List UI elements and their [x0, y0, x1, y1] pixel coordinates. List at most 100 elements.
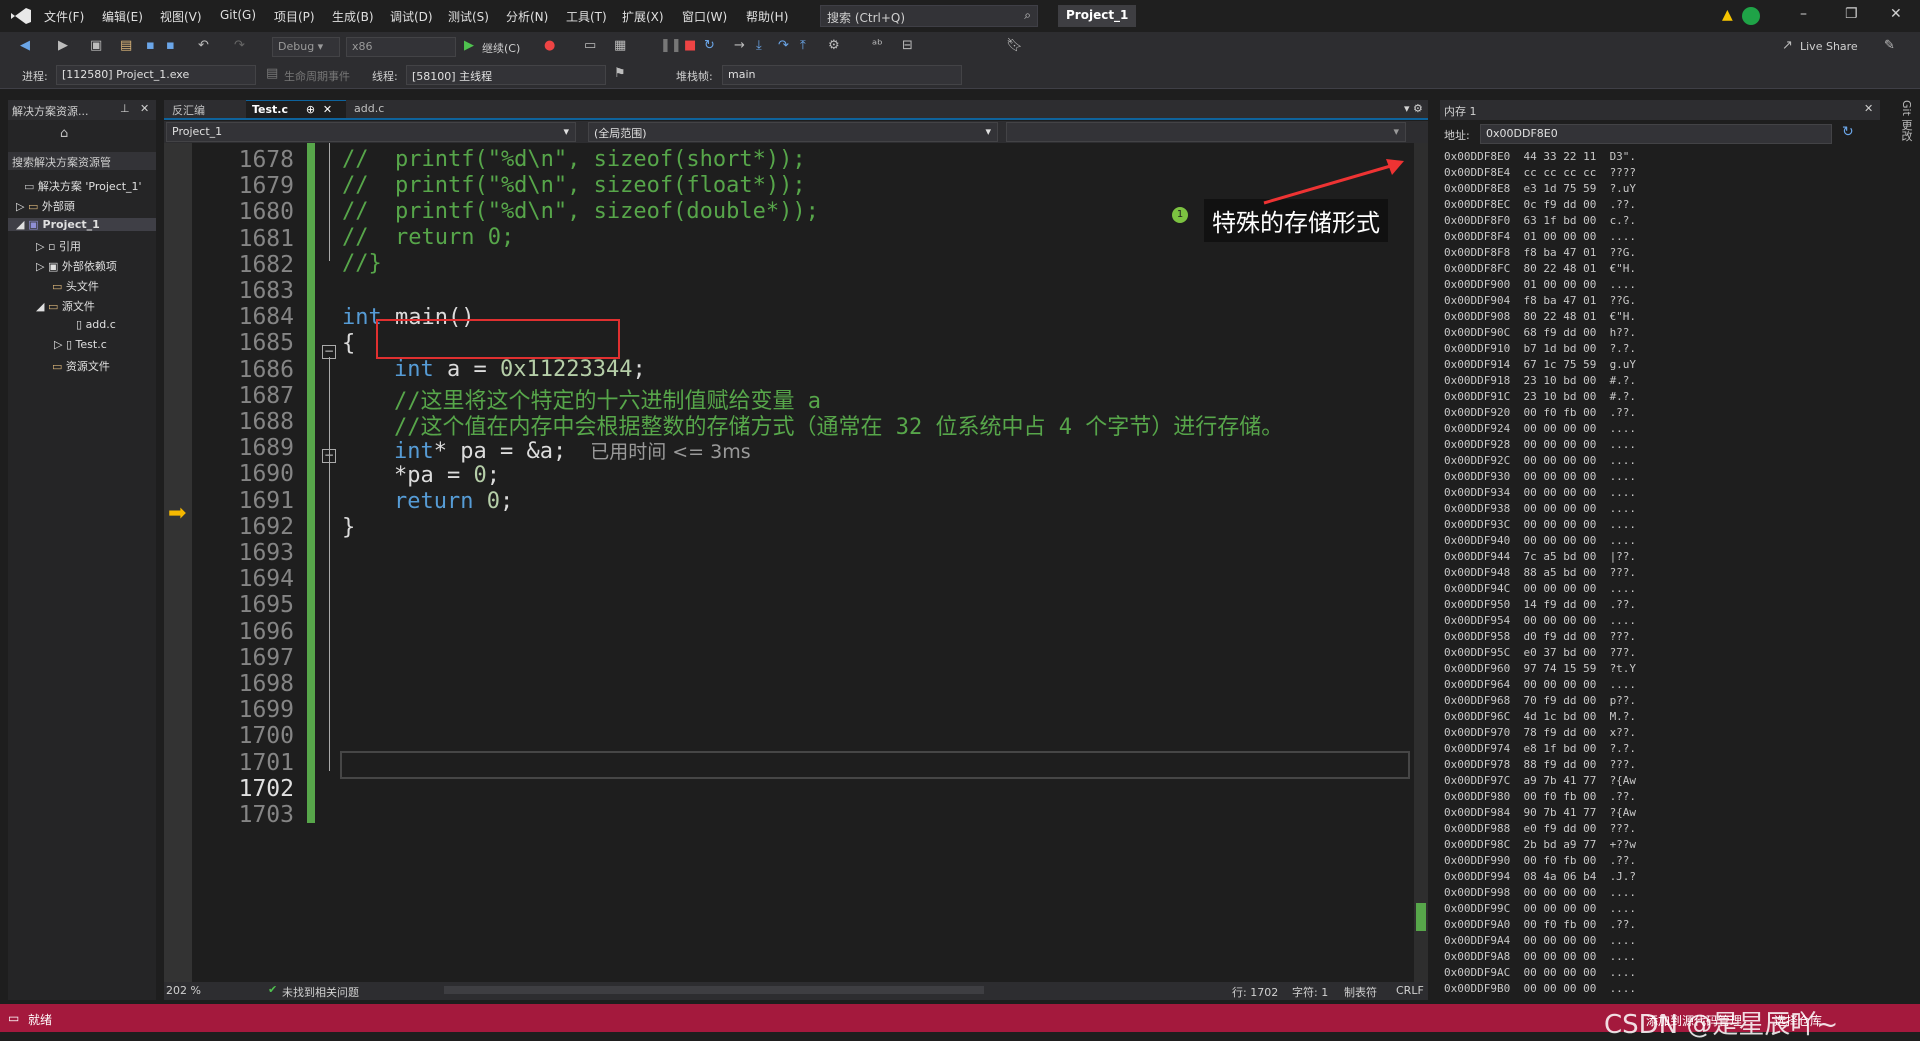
step-out-icon[interactable]: ⤒ — [800, 38, 806, 53]
undo-icon[interactable]: ↶ — [198, 38, 209, 53]
bookmark-icon[interactable]: 🔖︎ — [1006, 38, 1023, 53]
flag-icon[interactable]: ⚑ — [614, 66, 626, 81]
memory-row[interactable]: 0x00DDF978 88 f9 dd 00 ???. — [1444, 758, 1636, 771]
breakpoint-icon[interactable]: ⊟ — [902, 38, 913, 53]
layout-icon[interactable]: ▦ — [614, 38, 626, 53]
open-folder-icon[interactable]: ▤ — [120, 38, 132, 53]
memory-row[interactable]: 0x00DDF928 00 00 00 00 .... — [1444, 438, 1636, 451]
redo-icon[interactable]: ↷ — [234, 38, 245, 53]
refresh-icon[interactable]: ↻ — [1842, 124, 1854, 140]
tree-external-deps[interactable]: ▷ ▣ 外部依赖项 — [36, 258, 117, 274]
memory-row[interactable]: 0x00DDF8F0 63 1f bd 00 c.?. — [1444, 214, 1636, 227]
user-avatar[interactable] — [1742, 7, 1760, 25]
menu-item[interactable]: 调试(D) — [390, 8, 433, 25]
memory-row[interactable]: 0x00DDF998 00 00 00 00 .... — [1444, 886, 1636, 899]
tab-disassembly[interactable]: 反汇编 — [166, 100, 244, 118]
horizontal-scrollbar[interactable] — [444, 986, 984, 994]
menu-item[interactable]: 扩展(X) — [622, 8, 664, 25]
memory-close-icon[interactable]: ✕ — [1864, 102, 1873, 115]
new-file-icon[interactable]: ▣ — [90, 38, 102, 53]
minimize-button[interactable]: – — [1800, 6, 1807, 22]
memory-row[interactable]: 0x00DDF970 78 f9 dd 00 x??. — [1444, 726, 1636, 739]
tree-add-c[interactable]: ▯ add.c — [76, 318, 116, 331]
spell-icon[interactable]: ᵃᵇ — [872, 38, 883, 53]
memory-row[interactable]: 0x00DDF968 70 f9 dd 00 p??. — [1444, 694, 1636, 707]
show-next-statement-icon[interactable]: → — [734, 38, 745, 53]
memory-row[interactable]: 0x00DDF948 88 a5 bd 00 ???. — [1444, 566, 1636, 579]
eol-indicator[interactable]: CRLF — [1396, 984, 1424, 997]
tree-external-headers[interactable]: ▷ ▭ 外部頭 — [16, 198, 75, 214]
tree-references[interactable]: ▷ ▫ 引用 — [36, 238, 81, 254]
menu-item[interactable]: 分析(N) — [506, 8, 548, 25]
platform-dropdown[interactable]: x86 — [346, 37, 456, 57]
editor-vertical-scrollbar[interactable] — [1414, 143, 1428, 983]
memory-row[interactable]: 0x00DDF988 e0 f9 dd 00 ???. — [1444, 822, 1636, 835]
memory-row[interactable]: 0x00DDF984 90 7b 41 77 ?{Aw — [1444, 806, 1636, 819]
tree-test-c[interactable]: ▷ ▯ Test.c — [54, 338, 107, 351]
memory-row[interactable]: 0x00DDF9A4 00 00 00 00 .... — [1444, 934, 1636, 947]
tab-indicator[interactable]: 制表符 — [1344, 984, 1377, 1000]
memory-row[interactable]: 0x00DDF9A8 00 00 00 00 .... — [1444, 950, 1636, 963]
back-icon[interactable]: ◀ — [20, 38, 30, 53]
memory-row[interactable]: 0x00DDF9B0 00 00 00 00 .... — [1444, 982, 1636, 995]
memory-row[interactable]: 0x00DDF92C 00 00 00 00 .... — [1444, 454, 1636, 467]
memory-row[interactable]: 0x00DDF910 b7 1d bd 00 ?.?. — [1444, 342, 1636, 355]
live-share-icon[interactable]: ↗ — [1782, 38, 1793, 53]
global-scope-dropdown[interactable]: (全局范围) ▾ — [588, 122, 998, 142]
memory-row[interactable]: 0x00DDF8E8 e3 1d 75 59 ?.uY — [1444, 182, 1636, 195]
memory-row[interactable]: 0x00DDF96C 4d 1c bd 00 M.?. — [1444, 710, 1636, 723]
tab-pin-icon[interactable]: ⊕ — [306, 103, 315, 116]
perf-tip[interactable]: 已用时间 <= 3ms — [590, 441, 750, 463]
close-button[interactable]: ✕ — [1890, 6, 1902, 22]
tree-solution[interactable]: ▭ 解决方案 'Project_1' — [24, 178, 142, 194]
pause-icon[interactable]: ❚❚ — [660, 38, 682, 53]
memory-row[interactable]: 0x00DDF8E0 44 33 22 11 D3". — [1444, 150, 1636, 163]
memory-row[interactable]: 0x00DDF990 00 f0 fb 00 .??. — [1444, 854, 1636, 867]
feedback-icon[interactable]: ✎ — [1884, 38, 1895, 53]
address-input[interactable]: 0x00DDF8E0 — [1480, 124, 1832, 144]
memory-row[interactable]: 0x00DDF9AC 00 00 00 00 .... — [1444, 966, 1636, 979]
menu-item[interactable]: 测试(S) — [448, 8, 489, 25]
memory-row[interactable]: 0x00DDF964 00 00 00 00 .... — [1444, 678, 1636, 691]
memory-row[interactable]: 0x00DDF958 d0 f9 dd 00 ???. — [1444, 630, 1636, 643]
memory-row[interactable]: 0x00DDF8E4 cc cc cc cc ???? — [1444, 166, 1636, 179]
zoom-level[interactable]: 202 % — [166, 984, 201, 997]
save-all-icon[interactable]: ▪ — [166, 38, 175, 53]
warning-icon[interactable]: ▲ — [1722, 7, 1733, 23]
memory-row[interactable]: 0x00DDF994 08 4a 06 b4 .J.? — [1444, 870, 1636, 883]
vs-logo-icon[interactable] — [10, 7, 32, 25]
menu-item[interactable]: 项目(P) — [274, 8, 315, 25]
member-dropdown[interactable]: ▾ — [1006, 122, 1406, 142]
memory-row[interactable]: 0x00DDF918 23 10 bd 00 #.?. — [1444, 374, 1636, 387]
code-editor[interactable]: ➡ − − // printf("%d\n", sizeof(short*));… — [164, 143, 1414, 983]
step-over-icon[interactable]: ↷ — [778, 38, 789, 53]
tab-close-icon[interactable]: ✕ — [323, 103, 332, 116]
menu-item[interactable]: 文件(F) — [44, 8, 84, 25]
menu-item[interactable]: Git(G) — [220, 8, 256, 22]
memory-row[interactable]: 0x00DDF934 00 00 00 00 .... — [1444, 486, 1636, 499]
memory-row[interactable]: 0x00DDF938 00 00 00 00 .... — [1444, 502, 1636, 515]
config-dropdown[interactable]: Debug ▾ — [272, 37, 340, 57]
step-into-icon[interactable]: ⤓ — [756, 38, 762, 53]
memory-row[interactable]: 0x00DDF944 7c a5 bd 00 |??. — [1444, 550, 1636, 563]
memory-row[interactable]: 0x00DDF900 01 00 00 00 .... — [1444, 278, 1636, 291]
memory-row[interactable]: 0x00DDF8F8 f8 ba 47 01 ??G. — [1444, 246, 1636, 259]
continue-icon[interactable]: ▶ — [464, 38, 474, 53]
lifecycle-label[interactable]: 生命周期事件 — [284, 68, 350, 84]
diagnostics-icon[interactable]: ⚙ — [828, 38, 840, 53]
close-panel-icon[interactable]: ✕ — [140, 102, 149, 115]
restart-icon[interactable]: ↻ — [704, 38, 715, 53]
memory-row[interactable]: 0x00DDF940 00 00 00 00 .... — [1444, 534, 1636, 547]
browser-icon[interactable]: ▭ — [584, 38, 596, 53]
home-icon[interactable]: ⌂ — [60, 126, 68, 141]
memory-row[interactable]: 0x00DDF99C 00 00 00 00 .... — [1444, 902, 1636, 915]
memory-row[interactable]: 0x00DDF93C 00 00 00 00 .... — [1444, 518, 1636, 531]
menu-item[interactable]: 编辑(E) — [102, 8, 143, 25]
memory-row[interactable]: 0x00DDF980 00 f0 fb 00 .??. — [1444, 790, 1636, 803]
memory-row[interactable]: 0x00DDF924 00 00 00 00 .... — [1444, 422, 1636, 435]
tab-overflow-icon[interactable]: ▾ ⚙ — [1404, 102, 1423, 115]
memory-row[interactable]: 0x00DDF930 00 00 00 00 .... — [1444, 470, 1636, 483]
scrollbar-thumb[interactable] — [1416, 903, 1426, 931]
hot-reload-icon[interactable]: ● — [544, 38, 555, 53]
memory-row[interactable]: 0x00DDF920 00 f0 fb 00 .??. — [1444, 406, 1636, 419]
